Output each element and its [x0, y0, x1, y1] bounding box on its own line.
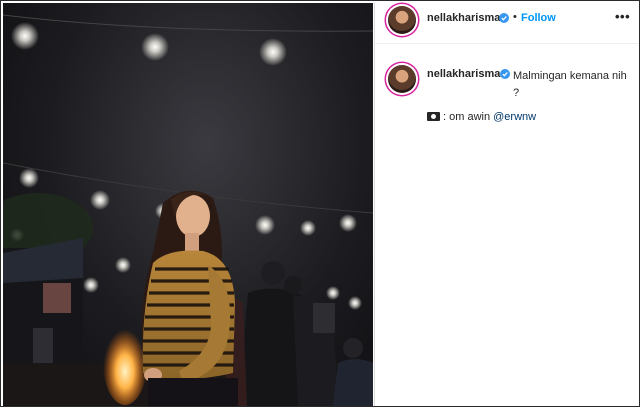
background-people [225, 261, 373, 406]
profile-avatar[interactable] [388, 6, 416, 34]
credit-text: : om awin [443, 111, 491, 123]
credit-mention-link[interactable]: @erwnw [493, 111, 536, 123]
woman-figure [141, 190, 238, 406]
header-username[interactable]: nellakharisma [427, 12, 500, 24]
camera-icon [427, 112, 440, 121]
caption-username[interactable]: nellakharisma [427, 68, 500, 80]
separator-dot: • [513, 11, 517, 23]
verified-badge-icon [499, 13, 509, 23]
post-header: nellakharisma • Follow ••• [375, 3, 638, 44]
photo-credit: : om awin @erwnw [427, 111, 536, 123]
post-window: nellakharisma • Follow ••• nellakharisma… [0, 0, 640, 407]
follow-button[interactable]: Follow [521, 12, 556, 24]
verified-badge-icon [500, 69, 510, 79]
bonfire [103, 321, 147, 405]
string-lights-top [11, 22, 287, 66]
post-sidebar: nellakharisma • Follow ••• nellakharisma… [374, 3, 638, 406]
night-market-scene [3, 14, 373, 406]
caption-avatar[interactable] [388, 65, 416, 93]
caption-text: Malmingan kemana nih ? [513, 70, 627, 99]
more-options-icon[interactable]: ••• [615, 9, 630, 24]
post-photo[interactable] [3, 3, 373, 406]
